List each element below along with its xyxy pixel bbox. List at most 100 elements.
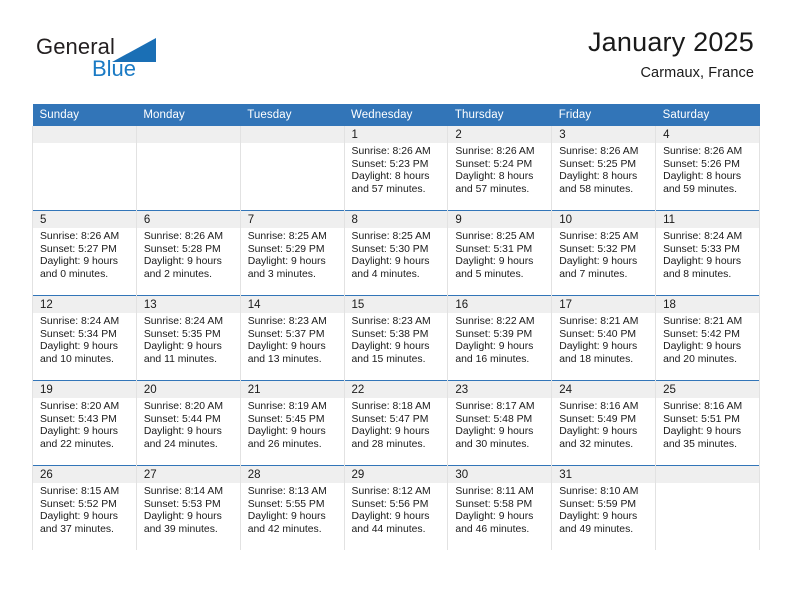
daylight-text: and 24 minutes. [143,438,218,450]
day-number: 20 [136,381,240,398]
sunset-text: Sunset: 5:59 PM [559,498,637,510]
sunset-text: Sunset: 5:45 PM [247,413,325,425]
calendar-week-row: 19 Sunrise: 8:20 AM Sunset: 5:43 PM Dayligh… [32,380,760,466]
daylight-text: and 15 minutes. [351,353,426,365]
daylight-text: and 49 minutes. [559,523,634,535]
sunset-text: Sunset: 5:49 PM [559,413,637,425]
calendar-day-cell[interactable]: 23 Sunrise: 8:17 AM Sunset: 5:48 PM Dayligh… [447,380,553,466]
sunrise-text: Sunrise: 8:14 AM [143,486,223,497]
calendar-day-cell[interactable]: 3 Sunrise: 8:26 AM Sunset: 5:25 PM Daylight… [551,126,657,211]
title-block: January 2025 Carmaux, France [588,27,754,81]
page-header: General Blue January 2025 Carmaux, Franc… [0,0,792,104]
daylight-text: Daylight: 9 hours [663,256,742,268]
sunset-text: Sunset: 5:55 PM [247,498,325,510]
daylight-text: Daylight: 9 hours [40,426,118,438]
calendar-day-cell[interactable]: 26 Sunrise: 8:15 AM Sunset: 5:52 PM Dayligh… [32,465,137,550]
day-number [656,466,759,483]
day-number: 10 [552,211,656,228]
calendar-day-cell[interactable]: 29 Sunrise: 8:12 AM Sunset: 5:56 PM Dayligh… [343,465,449,550]
calendar-cell-empty [655,465,760,550]
daylight-text: and 46 minutes. [455,523,530,535]
calendar-day-cell[interactable]: 14 Sunrise: 8:23 AM Sunset: 5:37 PM Dayligh… [239,295,345,381]
sunrise-text: Sunrise: 8:26 AM [663,146,743,157]
sunset-text: Sunset: 5:35 PM [143,328,221,340]
sunrise-text: Sunrise: 8:26 AM [143,231,223,242]
calendar-day-cell[interactable]: 1 Sunrise: 8:26 AM Sunset: 5:23 PM Daylight… [343,126,449,211]
calendar-day-cell[interactable]: 28 Sunrise: 8:13 AM Sunset: 5:55 PM Dayligh… [239,465,345,550]
day-details: Sunrise: 8:13 AM Sunset: 5:55 PM Daylight:… [241,483,344,540]
daylight-text: and 39 minutes. [143,523,218,535]
daylight-text: Daylight: 9 hours [663,426,742,438]
calendar-day-cell[interactable]: 13 Sunrise: 8:24 AM Sunset: 5:35 PM Dayligh… [135,295,241,381]
calendar-day-cell[interactable]: 16 Sunrise: 8:22 AM Sunset: 5:39 PM Dayligh… [447,295,553,381]
calendar-day-cell[interactable]: 21 Sunrise: 8:19 AM Sunset: 5:45 PM Dayligh… [239,380,345,466]
calendar-day-cell[interactable]: 10 Sunrise: 8:25 AM Sunset: 5:32 PM Dayligh… [551,210,657,296]
calendar-day-cell[interactable]: 11 Sunrise: 8:24 AM Sunset: 5:33 PM Dayligh… [655,210,760,296]
calendar-day-cell[interactable]: 17 Sunrise: 8:21 AM Sunset: 5:40 PM Dayligh… [551,295,657,381]
daylight-text: and 13 minutes. [247,353,322,365]
sunset-text: Sunset: 5:30 PM [351,243,429,255]
day-number: 6 [136,211,240,228]
sunset-text: Sunset: 5:47 PM [351,413,429,425]
calendar-day-cell[interactable]: 5 Sunrise: 8:26 AM Sunset: 5:27 PM Daylight… [32,210,137,296]
day-details: Sunrise: 8:26 AM Sunset: 5:25 PM Daylight:… [552,143,655,200]
sunrise-text: Sunrise: 8:24 AM [40,316,120,327]
calendar-day-cell[interactable]: 6 Sunrise: 8:26 AM Sunset: 5:28 PM Daylight… [135,210,241,296]
calendar-day-cell[interactable]: 31 Sunrise: 8:10 AM Sunset: 5:59 PM Dayligh… [551,465,657,550]
calendar-day-cell[interactable]: 27 Sunrise: 8:14 AM Sunset: 5:53 PM Dayligh… [135,465,241,550]
calendar-day-cell[interactable]: 19 Sunrise: 8:20 AM Sunset: 5:43 PM Dayligh… [32,380,137,466]
day-details: Sunrise: 8:17 AM Sunset: 5:48 PM Daylight:… [448,398,551,455]
calendar-week-row: 12 Sunrise: 8:24 AM Sunset: 5:34 PM Dayligh… [32,295,760,381]
day-details: Sunrise: 8:24 AM Sunset: 5:33 PM Daylight:… [656,228,759,285]
day-number: 22 [344,381,448,398]
daylight-text: and 16 minutes. [455,353,530,365]
daylight-text: Daylight: 9 hours [559,511,638,523]
sunrise-text: Sunrise: 8:25 AM [351,231,431,242]
weekday-header-thursday: Thursday [447,104,552,126]
calendar-day-cell[interactable]: 22 Sunrise: 8:18 AM Sunset: 5:47 PM Dayligh… [343,380,449,466]
calendar-day-cell[interactable]: 12 Sunrise: 8:24 AM Sunset: 5:34 PM Dayligh… [32,295,137,381]
daylight-text: and 37 minutes. [40,523,114,535]
day-details: Sunrise: 8:25 AM Sunset: 5:32 PM Daylight:… [552,228,655,285]
sunset-text: Sunset: 5:51 PM [663,413,740,425]
daylight-text: and 2 minutes. [143,268,213,280]
day-number: 24 [552,381,656,398]
daylight-text: Daylight: 9 hours [455,426,534,438]
daylight-text: Daylight: 9 hours [143,426,222,438]
calendar-day-cell[interactable]: 30 Sunrise: 8:11 AM Sunset: 5:58 PM Dayligh… [447,465,553,550]
day-number: 4 [656,126,759,143]
calendar-day-cell[interactable]: 15 Sunrise: 8:23 AM Sunset: 5:38 PM Dayligh… [343,295,449,381]
calendar-day-cell[interactable]: 9 Sunrise: 8:25 AM Sunset: 5:31 PM Daylight… [447,210,553,296]
daylight-text: and 7 minutes. [559,268,628,280]
calendar-body: 1 Sunrise: 8:26 AM Sunset: 5:23 PM Daylight… [32,126,760,550]
day-details: Sunrise: 8:26 AM Sunset: 5:27 PM Daylight:… [33,228,136,285]
day-number: 9 [448,211,552,228]
calendar-week-row: 26 Sunrise: 8:15 AM Sunset: 5:52 PM Dayligh… [32,465,760,550]
calendar-day-cell[interactable]: 18 Sunrise: 8:21 AM Sunset: 5:42 PM Dayligh… [655,295,760,381]
day-details: Sunrise: 8:22 AM Sunset: 5:39 PM Daylight:… [448,313,551,370]
sunrise-text: Sunrise: 8:21 AM [663,316,743,327]
daylight-text: and 28 minutes. [351,438,426,450]
day-details: Sunrise: 8:20 AM Sunset: 5:44 PM Daylight:… [137,398,240,455]
sunrise-text: Sunrise: 8:26 AM [40,231,120,242]
day-details: Sunrise: 8:14 AM Sunset: 5:53 PM Daylight:… [137,483,240,540]
calendar-day-cell[interactable]: 24 Sunrise: 8:16 AM Sunset: 5:49 PM Dayligh… [551,380,657,466]
calendar-day-cell[interactable]: 2 Sunrise: 8:26 AM Sunset: 5:24 PM Daylight… [447,126,553,211]
calendar-grid: Sunday Monday Tuesday Wednesday Thursday… [32,104,760,550]
day-number: 12 [33,296,136,313]
calendar-day-cell[interactable]: 20 Sunrise: 8:20 AM Sunset: 5:44 PM Dayligh… [135,380,241,466]
day-details: Sunrise: 8:19 AM Sunset: 5:45 PM Daylight:… [241,398,344,455]
calendar-day-cell[interactable]: 8 Sunrise: 8:25 AM Sunset: 5:30 PM Daylight… [343,210,449,296]
daylight-text: Daylight: 9 hours [40,341,118,353]
sunset-text: Sunset: 5:27 PM [40,243,117,255]
daylight-text: Daylight: 9 hours [247,341,326,353]
day-number: 8 [344,211,448,228]
day-number: 28 [240,466,344,483]
calendar-day-cell[interactable]: 7 Sunrise: 8:25 AM Sunset: 5:29 PM Daylight… [239,210,345,296]
general-blue-logo[interactable]: General Blue [36,34,226,86]
day-number: 23 [448,381,552,398]
calendar-day-cell[interactable]: 4 Sunrise: 8:26 AM Sunset: 5:26 PM Daylight… [655,126,760,211]
sunset-text: Sunset: 5:32 PM [559,243,637,255]
calendar-day-cell[interactable]: 25 Sunrise: 8:16 AM Sunset: 5:51 PM Dayligh… [655,380,760,466]
sunset-text: Sunset: 5:40 PM [559,328,637,340]
